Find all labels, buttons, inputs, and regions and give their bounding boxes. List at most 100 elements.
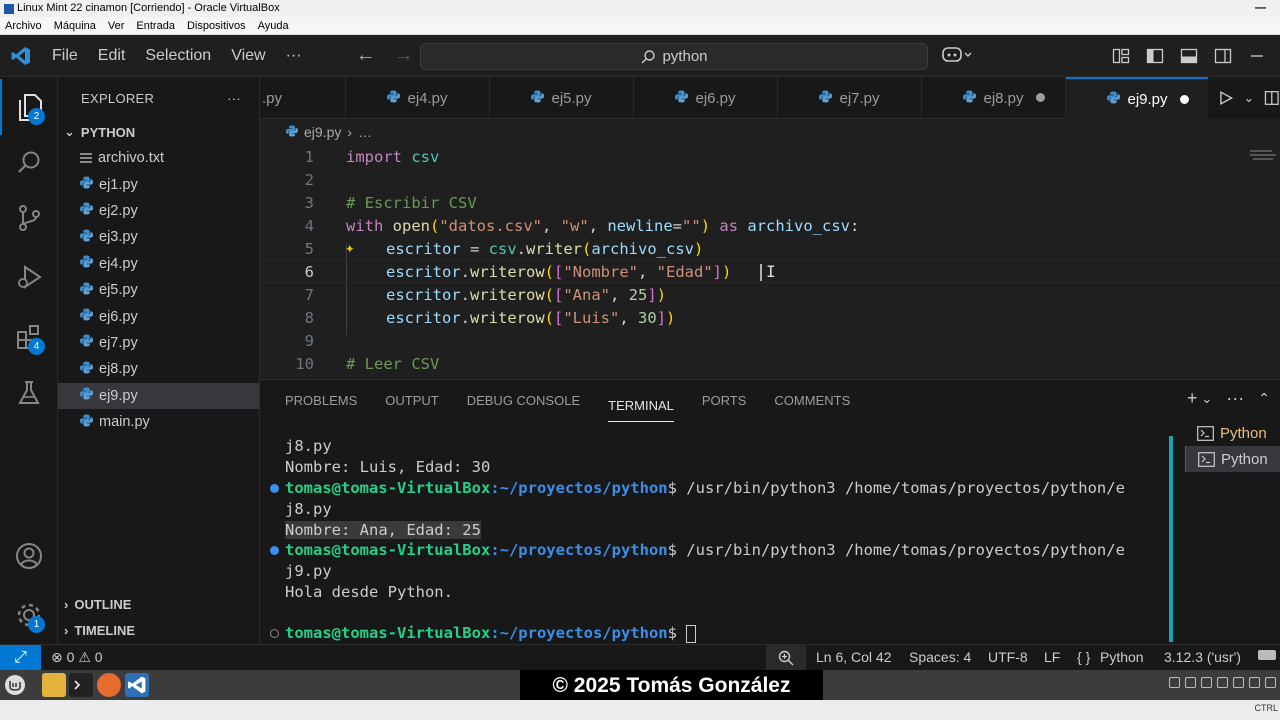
code-line-2[interactable]: 2 bbox=[260, 168, 1280, 191]
file-item-ej5[interactable]: ej5.py bbox=[58, 277, 259, 303]
tab-ej6[interactable]: ej6.py bbox=[634, 77, 778, 119]
tray-icon[interactable] bbox=[1233, 677, 1244, 688]
language-mode[interactable]: Python bbox=[1100, 645, 1144, 670]
problems-status[interactable]: ⊗ 0 ⚠ 0 bbox=[51, 645, 103, 670]
toggle-panel-icon[interactable] bbox=[1180, 47, 1198, 65]
code-line-7[interactable]: 7 escritor.writerow(["Ana", 25]) bbox=[260, 283, 1280, 306]
folder-python[interactable]: ⌄ PYTHON bbox=[58, 119, 259, 145]
tray-icon[interactable] bbox=[1265, 677, 1276, 688]
menu-view[interactable]: View bbox=[221, 35, 275, 77]
command-center-search[interactable]: python bbox=[420, 43, 928, 70]
files-app-icon[interactable] bbox=[42, 673, 66, 697]
encoding[interactable]: UTF-8 bbox=[988, 645, 1028, 670]
minimize-icon[interactable]: — bbox=[1255, 0, 1266, 17]
code-line-8[interactable]: 8 escritor.writerow(["Luis", 30]) bbox=[260, 306, 1280, 329]
tab-ej4[interactable]: ej4.py bbox=[346, 77, 490, 119]
command-success-dot-icon[interactable] bbox=[270, 484, 279, 493]
outline-section[interactable]: › OUTLINE bbox=[58, 591, 260, 617]
tab-ej5[interactable]: ej5.py bbox=[490, 77, 634, 119]
tab-debug-console[interactable]: DEBUG CONSOLE bbox=[467, 380, 580, 422]
chevron-up-icon[interactable]: ⌃ bbox=[1258, 390, 1270, 407]
tab-partial[interactable]: .py bbox=[260, 77, 346, 119]
code-line-5[interactable]: 5 ✦ escritor = csv.writer(archivo_csv) bbox=[260, 237, 1280, 260]
breadcrumb-file[interactable]: ej9.py bbox=[304, 124, 341, 140]
explorer-more-button[interactable]: ··· bbox=[227, 91, 241, 106]
accounts-activity[interactable] bbox=[0, 528, 58, 584]
tab-ej8[interactable]: ej8.py bbox=[922, 77, 1066, 119]
code-editor[interactable]: ej9.py › … 1 import csv 2 3 # Escribir C… bbox=[260, 119, 1280, 379]
vbox-menu-maquina[interactable]: Máquina bbox=[54, 17, 96, 34]
file-item-ej8[interactable]: ej8.py bbox=[58, 356, 259, 382]
vbox-menu-dispositivos[interactable]: Dispositivos bbox=[187, 17, 246, 34]
code-line-4[interactable]: 4 with open("datos.csv", "w", newline=""… bbox=[260, 214, 1280, 237]
file-item-ej9[interactable]: ej9.py bbox=[58, 382, 259, 409]
forward-arrow-icon[interactable]: → bbox=[394, 44, 414, 67]
sparkle-icon[interactable]: ✦ bbox=[345, 238, 355, 257]
search-activity[interactable] bbox=[0, 134, 58, 190]
tab-problems[interactable]: PROBLEMS bbox=[285, 380, 357, 422]
tab-ports[interactable]: PORTS bbox=[702, 380, 747, 422]
terminal-instance-2[interactable]: Python bbox=[1185, 446, 1280, 472]
braces-icon[interactable]: { } bbox=[1077, 645, 1090, 670]
vbox-menu-archivo[interactable]: Archivo bbox=[5, 17, 42, 34]
vscode-app-icon[interactable] bbox=[125, 673, 149, 697]
tab-output[interactable]: OUTPUT bbox=[385, 380, 438, 422]
line-ending[interactable]: LF bbox=[1044, 645, 1060, 670]
minimize-icon[interactable] bbox=[1248, 47, 1266, 65]
python-interpreter[interactable]: 3.12.3 ('usr') bbox=[1164, 645, 1241, 670]
vbox-menu-entrada[interactable]: Entrada bbox=[136, 17, 175, 34]
minimap[interactable] bbox=[1250, 149, 1278, 163]
menu-selection[interactable]: Selection bbox=[135, 35, 221, 77]
code-line-10[interactable]: 10 # Leer CSV bbox=[260, 352, 1280, 375]
vbox-menu-ver[interactable]: Ver bbox=[108, 17, 125, 34]
code-line-3[interactable]: 3 # Escribir CSV bbox=[260, 191, 1280, 214]
breadcrumb-symbols[interactable]: … bbox=[358, 124, 372, 140]
terminal-instance-1[interactable]: Python bbox=[1185, 420, 1280, 446]
menu-edit[interactable]: Edit bbox=[88, 35, 136, 77]
tray-icon[interactable] bbox=[1201, 677, 1212, 688]
more-actions-icon[interactable]: ··· bbox=[1226, 388, 1244, 409]
menu-more[interactable]: ··· bbox=[276, 35, 312, 77]
split-editor-icon[interactable] bbox=[1264, 90, 1280, 106]
tab-comments[interactable]: COMMENTS bbox=[774, 380, 850, 422]
toggle-sidebar-icon[interactable] bbox=[1146, 47, 1164, 65]
run-debug-activity[interactable] bbox=[0, 249, 58, 305]
file-item-ej7[interactable]: ej7.py bbox=[58, 330, 259, 356]
tab-terminal[interactable]: TERMINAL bbox=[608, 390, 674, 422]
zoom-button[interactable] bbox=[766, 645, 806, 670]
tab-ej9[interactable]: ej9.py bbox=[1066, 77, 1210, 119]
tray-icon[interactable] bbox=[1249, 677, 1260, 688]
file-item-main[interactable]: main.py bbox=[58, 409, 259, 435]
unsaved-dot-icon[interactable] bbox=[1036, 93, 1045, 102]
indentation[interactable]: Spaces: 4 bbox=[909, 645, 971, 670]
new-terminal-icon[interactable]: + bbox=[1187, 388, 1198, 409]
command-success-dot-icon[interactable] bbox=[270, 546, 279, 555]
toggle-secondary-sidebar-icon[interactable] bbox=[1214, 47, 1232, 65]
tray-icon[interactable] bbox=[1185, 677, 1196, 688]
source-control-activity[interactable] bbox=[0, 190, 58, 246]
menu-file[interactable]: File bbox=[42, 35, 88, 77]
code-line-1[interactable]: 1 import csv bbox=[260, 145, 1280, 168]
firefox-app-icon[interactable] bbox=[97, 673, 121, 697]
file-item-ej3[interactable]: ej3.py bbox=[58, 224, 259, 250]
timeline-section[interactable]: › TIMELINE bbox=[58, 617, 260, 643]
customize-layout-icon[interactable] bbox=[1112, 47, 1130, 65]
copilot-icon[interactable] bbox=[942, 45, 972, 68]
vbox-menu-ayuda[interactable]: Ayuda bbox=[258, 17, 289, 34]
back-arrow-icon[interactable]: ← bbox=[356, 44, 376, 67]
explorer-activity[interactable]: 2 bbox=[0, 79, 58, 135]
tray-icon[interactable] bbox=[1169, 677, 1180, 688]
terminal-output[interactable]: j8.py Nombre: Luis, Edad: 30 tomas@tomas… bbox=[260, 432, 1172, 643]
terminal-scrollbar[interactable] bbox=[1169, 436, 1173, 642]
remote-indicator[interactable]: ⤢ bbox=[0, 645, 41, 670]
run-file-icon[interactable] bbox=[1218, 90, 1234, 106]
code-line-6[interactable]: 6 escritor.writerow(["Nombre", "Edad"]) … bbox=[260, 260, 1280, 283]
file-item-ej2[interactable]: ej2.py bbox=[58, 198, 259, 224]
tab-ej7[interactable]: ej7.py bbox=[778, 77, 922, 119]
tray-icon[interactable] bbox=[1217, 677, 1228, 688]
manage-activity[interactable]: 1 bbox=[0, 587, 58, 643]
cursor-position[interactable]: Ln 6, Col 42 bbox=[816, 645, 892, 670]
extensions-activity[interactable]: 4 bbox=[0, 309, 58, 365]
file-item-ej4[interactable]: ej4.py bbox=[58, 251, 259, 277]
chevron-down-icon[interactable]: ⌄ bbox=[1244, 90, 1255, 106]
